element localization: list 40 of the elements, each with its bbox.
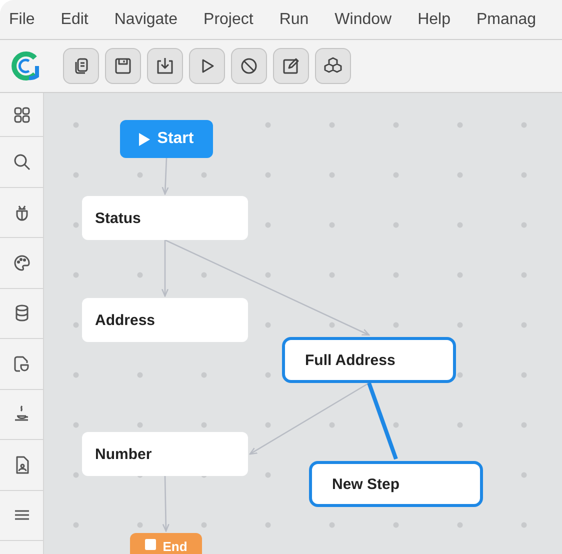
- node-label: Start: [157, 130, 194, 148]
- search-icon: [12, 152, 32, 172]
- connector: [162, 158, 169, 195]
- menu-item[interactable]: Run: [279, 10, 309, 28]
- cubes-button[interactable]: [315, 48, 351, 84]
- save-icon: [113, 56, 133, 76]
- menu-item[interactable]: File: [9, 10, 35, 28]
- play-icon: [139, 132, 150, 146]
- download-icon: [155, 56, 175, 76]
- menu-item[interactable]: Edit: [60, 10, 88, 28]
- menu-item[interactable]: Help: [418, 10, 450, 28]
- node-label: Number: [95, 446, 152, 462]
- step-node[interactable]: Full Address: [282, 337, 456, 383]
- download-button[interactable]: [147, 48, 183, 84]
- edit-icon: [281, 56, 301, 76]
- play-button[interactable]: [189, 48, 225, 84]
- node-label: Status: [95, 210, 141, 226]
- step-node[interactable]: Number: [82, 432, 248, 476]
- logo-icon: [11, 51, 41, 81]
- palette-icon: [12, 252, 32, 273]
- connector: [162, 476, 170, 532]
- node-label: Full Address: [305, 352, 396, 368]
- stop-icon: [144, 539, 156, 550]
- stop-icon: [239, 56, 259, 76]
- grid-icon: [12, 104, 32, 124]
- node-label: Address: [95, 312, 156, 328]
- step-node[interactable]: Status: [82, 196, 248, 240]
- menu-item[interactable]: Pmanag: [476, 10, 536, 28]
- node-label: End: [162, 539, 188, 554]
- step-node[interactable]: New Step: [309, 461, 483, 507]
- menu-item[interactable]: Navigate: [114, 10, 178, 28]
- file-cup-icon: [12, 354, 32, 374]
- menu-item[interactable]: Project: [204, 10, 254, 28]
- step-node[interactable]: Address: [82, 298, 248, 342]
- menu-item[interactable]: Window: [334, 10, 392, 28]
- node-label: New Step: [332, 476, 400, 492]
- edit-button[interactable]: [273, 48, 309, 84]
- stop-button[interactable]: [231, 48, 267, 84]
- save-button[interactable]: [105, 48, 141, 84]
- copy-button[interactable]: [63, 48, 99, 84]
